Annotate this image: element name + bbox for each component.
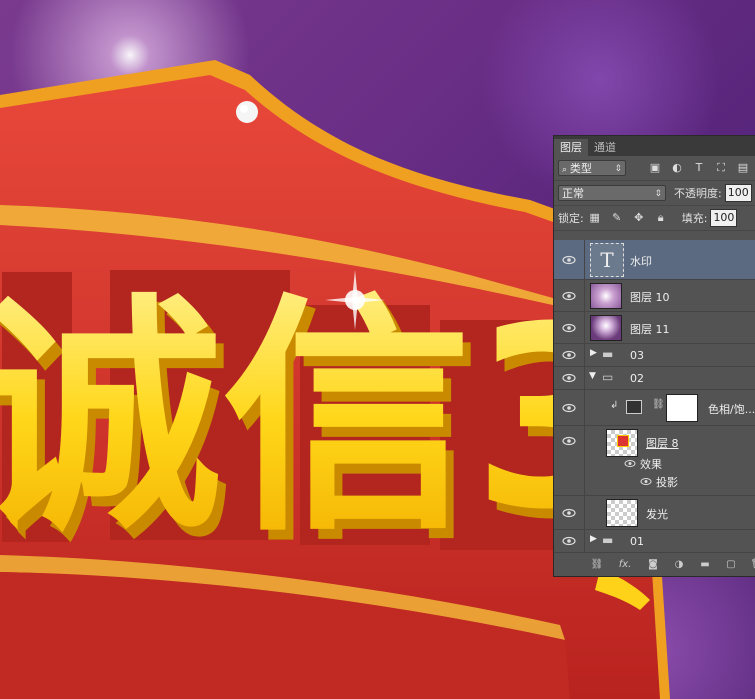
folder-open-icon: ▭ [602,370,614,384]
link-icon[interactable]: ⛓ [590,559,604,571]
layer-row-watermark[interactable]: T 水印 [554,240,755,280]
group-name: 02 [630,372,644,385]
folder-icon[interactable]: ▬ [698,559,712,571]
layer-group-02[interactable]: ▼ ▭ 02 [554,367,755,390]
group-name: 01 [630,535,644,548]
effects-label: 效果 [640,458,662,471]
tab-layers[interactable]: 图层 [554,139,588,156]
layers-panel: 图层 通道 ⌕ 类型 ⇕ ▣ ◐ T ⛶ ▤ 正常 ⇕ 不透明度: 100 锁定… [553,135,755,577]
panel-tabs: 图层 通道 [554,136,755,156]
layer-row-glow[interactable]: 发光 [554,496,755,530]
visibility-eye-icon[interactable] [562,291,576,301]
drop-shadow-eye-icon[interactable] [640,476,652,489]
lock-transparency-icon[interactable]: ▦ [588,211,602,225]
layer-name: 图层 10 [630,291,670,304]
mask-icon[interactable]: ◙ [646,559,660,571]
layer-row-layer11[interactable]: 图层 11 [554,312,755,344]
lock-position-icon[interactable]: ✥ [632,211,646,225]
mask-thumbnail [666,394,698,422]
expand-arrow-icon[interactable]: ▶ [590,348,597,358]
layer-row-layer8[interactable]: 图层 8 效果 投影 [554,426,755,496]
blend-mode-value: 正常 [562,187,584,200]
opacity-field[interactable]: 100 [724,184,752,202]
trash-icon[interactable]: 🗑︎ [750,559,755,571]
visibility-eye-icon[interactable] [562,255,576,265]
layer-name: 水印 [630,255,652,268]
visibility-eye-icon[interactable] [562,436,576,446]
chevron-updown-icon: ⇕ [614,164,622,174]
shape-filter-icon[interactable]: ⛶ [714,161,728,175]
filter-type-select[interactable]: ⌕ 类型 ⇕ [558,160,626,176]
visibility-eye-icon[interactable] [562,536,576,546]
adjustment-icon[interactable]: ◑ [672,559,686,571]
folder-icon: ▬ [602,533,614,547]
clip-arrow-icon: ↲ [610,400,619,411]
group-name: 03 [630,349,644,362]
expand-arrow-icon[interactable]: ▶ [590,534,597,544]
blend-row: 正常 ⇕ 不透明度: 100 [554,181,755,206]
visibility-eye-icon[interactable] [562,373,576,383]
visibility-eye-icon[interactable] [562,508,576,518]
fill-field[interactable]: 100 [710,209,738,227]
layer-row-hue-saturation[interactable]: ↲ ⛓ 色相/饱... [554,390,755,426]
layer-name: 图层 11 [630,323,670,336]
fx-icon[interactable]: fx. [616,559,634,571]
adjustment-icon [626,400,642,414]
blend-mode-select[interactable]: 正常 ⇕ [558,185,666,201]
lock-paint-icon[interactable]: ✎ [610,211,624,225]
link-icon[interactable]: ⛓ [652,399,665,410]
type-filter-icon[interactable]: T [692,161,706,175]
visibility-eye-icon[interactable] [562,350,576,360]
pixel-filter-icon[interactable]: ▣ [648,161,662,175]
lock-label: 锁定: [558,212,584,225]
search-icon: ⌕ [562,165,570,175]
collapse-arrow-icon[interactable]: ▼ [589,371,596,381]
smart-object-filter-icon[interactable]: ▤ [736,161,750,175]
drop-shadow-label: 投影 [656,476,678,489]
thumbnail-content [617,435,629,447]
layer-thumbnail [606,499,638,527]
adjustment-filter-icon[interactable]: ◐ [670,161,684,175]
chevron-updown-icon: ⇕ [654,189,662,199]
layers-list: T 水印 图层 10 图层 11 ▶ ▬ 03 ▼ ▭ 02 ↲ ⛓ 色相/饱.… [554,240,755,552]
layer-row-layer10[interactable]: 图层 10 [554,280,755,312]
filter-type-label: 类型 [569,162,592,175]
layer-name: 发光 [646,508,668,521]
tab-channels[interactable]: 通道 [588,139,622,156]
layer-group-01[interactable]: ▶ ▬ 01 [554,530,755,552]
layers-bottom-toolbar: ⛓ fx. ◙ ◑ ▬ ▢ 🗑︎ [554,552,755,576]
layer-name: 图层 8 [646,437,679,450]
layer-name: 色相/饱... [708,403,755,416]
lock-all-icon[interactable]: 🔒︎ [654,211,668,225]
filter-row: ⌕ 类型 ⇕ ▣ ◐ T ⛶ ▤ [554,156,755,181]
opacity-label: 不透明度: [674,187,722,200]
text-layer-thumbnail: T [590,243,624,277]
layer-thumbnail [590,283,622,309]
effects-eye-icon[interactable] [624,458,636,471]
layer-thumbnail [590,315,622,341]
visibility-eye-icon[interactable] [562,403,576,413]
layer-group-03[interactable]: ▶ ▬ 03 [554,344,755,367]
lock-row: 锁定: ▦ ✎ ✥ 🔒︎ 填充: 100 [554,206,755,231]
folder-icon: ▬ [602,347,614,361]
new-layer-icon[interactable]: ▢ [724,559,738,571]
visibility-eye-icon[interactable] [562,323,576,333]
fill-label: 填充: [681,212,708,225]
